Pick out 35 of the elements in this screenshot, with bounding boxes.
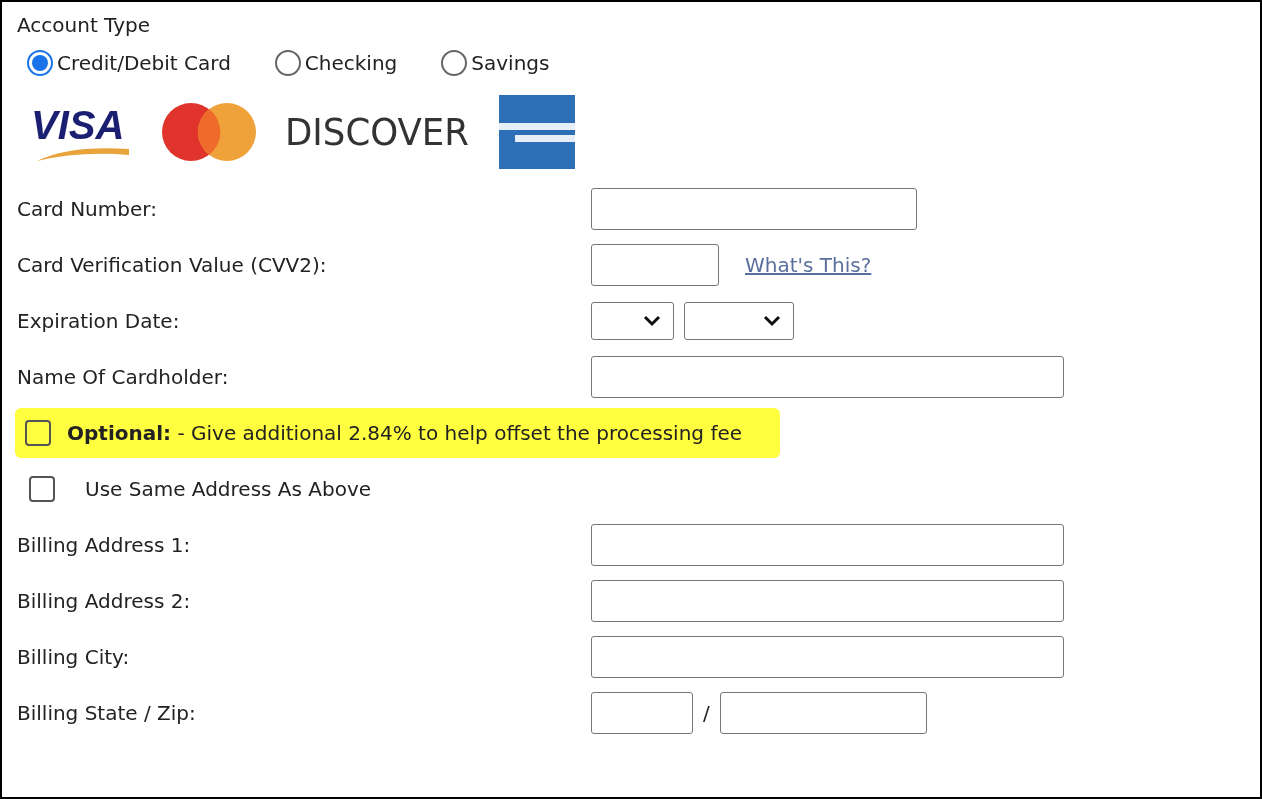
checkbox[interactable] [29, 476, 55, 502]
input-field[interactable] [591, 188, 917, 230]
separator-text: / [703, 700, 710, 727]
field-label: Name Of Cardholder: [17, 364, 230, 391]
radio-label: Checking [304, 50, 398, 77]
field-label: Expiration Date: [17, 308, 181, 335]
input-field[interactable] [591, 524, 1064, 566]
input-field[interactable] [591, 636, 1064, 678]
field-label: Billing State / Zip: [17, 700, 197, 727]
radio-label: Savings [471, 50, 550, 77]
field-label: Card Verification Value (CVV2): [17, 252, 328, 279]
radio-label: Credit/Debit Card [57, 50, 231, 77]
field-label: Billing Address 2: [17, 588, 192, 615]
whats-this-link[interactable]: What's This? [745, 250, 872, 280]
input-field[interactable] [719, 692, 927, 734]
radio-button[interactable] [441, 50, 468, 76]
input-field[interactable] [591, 356, 1064, 398]
dropdown[interactable] [684, 302, 794, 340]
checkbox-label: Optional: - Give additional 2.84% to help offset the processing fee [67, 420, 743, 447]
chevron-down-icon [643, 315, 661, 327]
discover-logo: DISCOVER [285, 101, 471, 163]
field-label: Card Number: [17, 196, 158, 223]
section-heading: Account Type [17, 12, 151, 39]
checkbox[interactable] [25, 420, 51, 446]
visa-logo: VISA [29, 101, 133, 163]
field-label: Billing Address 1: [17, 532, 192, 559]
checkbox-label: Use Same Address As Above [85, 476, 372, 503]
radio-button[interactable] [274, 50, 301, 76]
chevron-down-icon [763, 315, 781, 327]
input-field[interactable] [591, 692, 693, 734]
radio-button[interactable] [27, 50, 53, 76]
input-field[interactable] [591, 244, 719, 286]
dropdown[interactable] [591, 302, 674, 340]
field-label: Billing City: [17, 644, 131, 671]
input-field[interactable] [591, 580, 1064, 622]
